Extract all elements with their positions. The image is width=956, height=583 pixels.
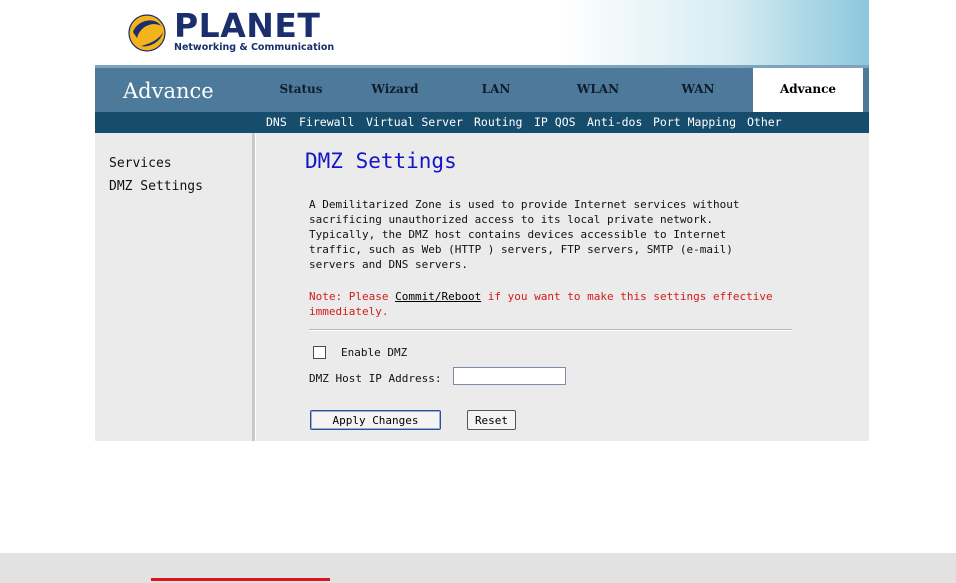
tab-lan[interactable]: LAN — [441, 68, 551, 112]
header: PLANET Networking & Communication — [95, 0, 869, 65]
tab-wizard[interactable]: Wizard — [340, 68, 450, 112]
dmz-host-ip-input[interactable] — [453, 367, 566, 385]
note-prefix: Note: Please — [309, 290, 396, 303]
section-title: Advance — [123, 79, 214, 103]
note-text: Note: Please Commit/Reboot if you want t… — [309, 289, 809, 319]
brand-name: PLANET — [174, 6, 321, 45]
subtab-anti-dos[interactable]: Anti-dos — [587, 112, 642, 132]
divider — [309, 329, 792, 331]
router-admin-frame: PLANET Networking & Communication Advanc… — [95, 0, 869, 441]
subtab-port-mapping[interactable]: Port Mapping — [653, 112, 736, 132]
commit-reboot-link[interactable]: Commit/Reboot — [395, 290, 481, 303]
dmz-host-ip-label: DMZ Host IP Address: — [309, 372, 442, 385]
main-content: DMZ Settings A Demilitarized Zone is use… — [255, 133, 869, 441]
footer-accent-line — [151, 578, 330, 581]
apply-changes-button[interactable]: Apply Changes — [310, 410, 441, 430]
tab-wan[interactable]: WAN — [643, 68, 753, 112]
planet-logo-icon — [128, 14, 166, 52]
sidebar-item-dmz-settings[interactable]: DMZ Settings — [109, 179, 203, 194]
subtab-firewall[interactable]: Firewall — [299, 112, 354, 132]
sidebar-item-services[interactable]: Services — [109, 156, 172, 171]
tab-wlan[interactable]: WLAN — [543, 68, 653, 112]
subtab-ip-qos[interactable]: IP QOS — [534, 112, 576, 132]
tab-advance[interactable]: Advance — [753, 68, 863, 112]
subtab-other[interactable]: Other — [747, 112, 782, 132]
main-nav: Advance Status Wizard LAN WLAN WAN Advan… — [95, 65, 869, 112]
description-text: A Demilitarized Zone is used to provide … — [309, 198, 740, 271]
sub-nav: DNS Firewall Virtual Server Routing IP Q… — [95, 112, 869, 133]
page-title: DMZ Settings — [305, 149, 457, 173]
reset-button[interactable]: Reset — [467, 410, 516, 430]
enable-dmz-checkbox[interactable] — [313, 346, 326, 359]
enable-dmz-label: Enable DMZ — [341, 346, 408, 359]
sidebar: Services DMZ Settings — [95, 133, 255, 441]
page-body: Services DMZ Settings DMZ Settings A Dem… — [95, 133, 869, 441]
brand-tagline: Networking & Communication — [174, 42, 335, 53]
subtab-virtual-server[interactable]: Virtual Server — [366, 112, 463, 132]
footer-band — [0, 553, 956, 583]
subtab-dns[interactable]: DNS — [266, 112, 287, 132]
subtab-routing[interactable]: Routing — [474, 112, 522, 132]
